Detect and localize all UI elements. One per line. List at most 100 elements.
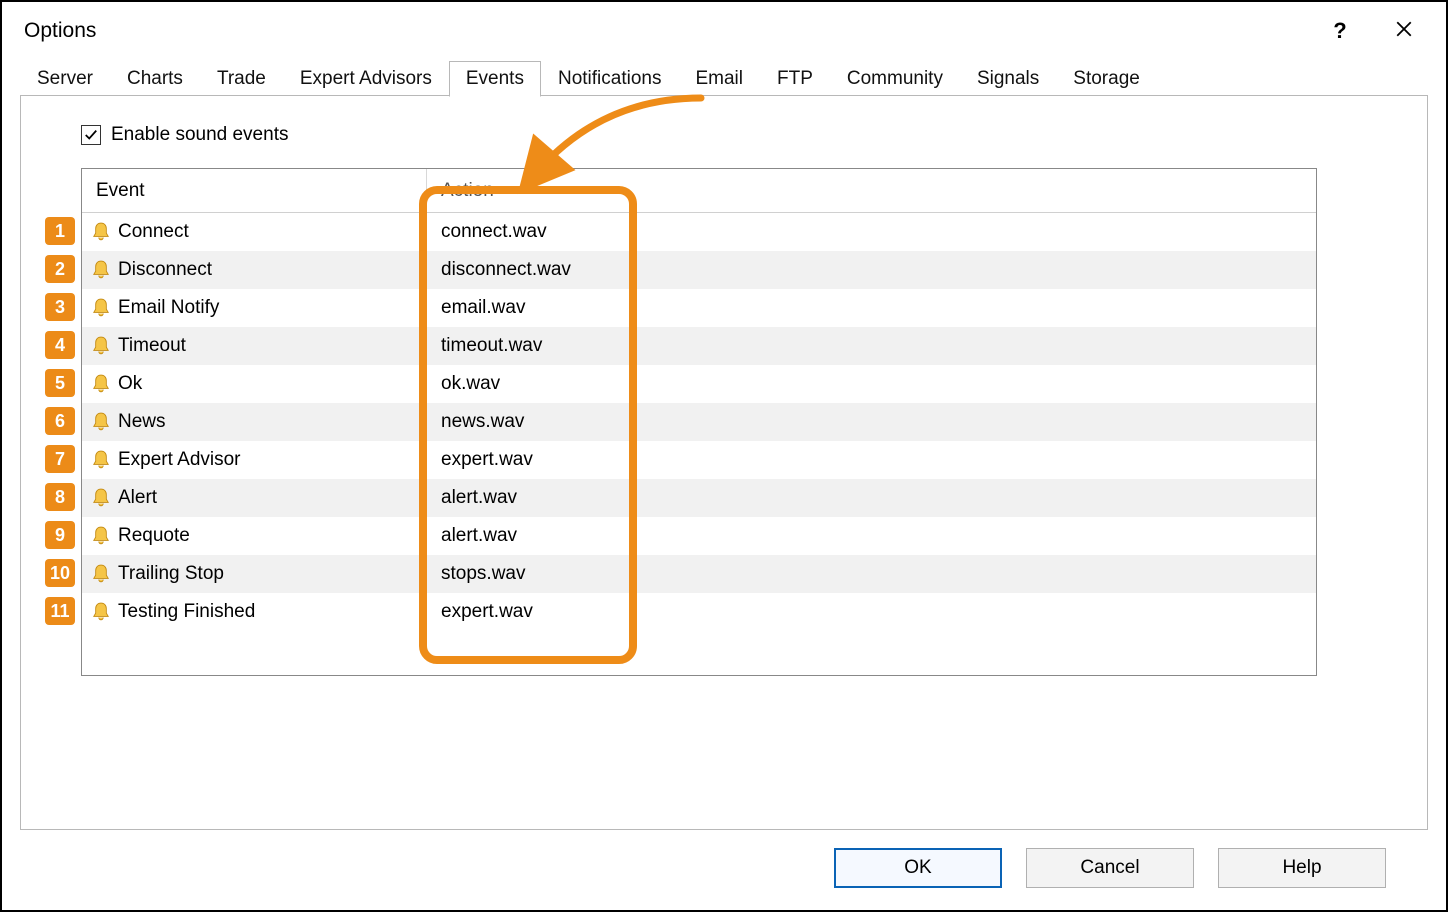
events-grid-wrap: Event Action Connect connect.wav Disconnec…: [81, 168, 1317, 676]
event-cell: Connect: [82, 221, 427, 243]
event-cell: Requote: [82, 525, 427, 547]
action-cell: alert.wav: [427, 487, 1316, 509]
cancel-button[interactable]: Cancel: [1026, 848, 1194, 888]
event-name: Ok: [118, 373, 142, 395]
event-row[interactable]: Expert Advisor expert.wav: [82, 441, 1316, 479]
enable-sound-label: Enable sound events: [111, 124, 288, 146]
tab-notifications[interactable]: Notifications: [541, 61, 679, 96]
events-tab-body: Enable sound events Event Action Connect…: [20, 96, 1428, 830]
bell-icon: [92, 336, 110, 356]
row-number-badge: 9: [45, 521, 75, 549]
bell-icon: [92, 298, 110, 318]
row-number-badge: 10: [45, 559, 75, 587]
event-name: Email Notify: [118, 297, 219, 319]
help-button-bottom[interactable]: Help: [1218, 848, 1386, 888]
action-cell: email.wav: [427, 297, 1316, 319]
dialog-button-row: OK Cancel Help: [2, 830, 1446, 910]
bell-icon: [92, 602, 110, 622]
tab-email[interactable]: Email: [678, 61, 760, 96]
row-number-badge: 1: [45, 217, 75, 245]
tab-bar: ServerChartsTradeExpert AdvisorsEventsNo…: [2, 60, 1446, 96]
event-row[interactable]: Disconnect disconnect.wav: [82, 251, 1316, 289]
help-icon: ?: [1333, 18, 1346, 44]
action-cell: stops.wav: [427, 563, 1316, 585]
tab-expert-advisors[interactable]: Expert Advisors: [283, 61, 449, 96]
row-number-badge: 11: [45, 597, 75, 625]
tab-signals[interactable]: Signals: [960, 61, 1056, 96]
options-dialog: Options ? ServerChartsTradeExpert Adviso…: [0, 0, 1448, 912]
action-cell: alert.wav: [427, 525, 1316, 547]
titlebar: Options ?: [2, 2, 1446, 60]
action-cell: expert.wav: [427, 601, 1316, 623]
action-cell: connect.wav: [427, 221, 1316, 243]
grid-empty-space: [82, 631, 1316, 675]
help-button[interactable]: ?: [1314, 13, 1366, 49]
action-cell: timeout.wav: [427, 335, 1316, 357]
bell-icon: [92, 526, 110, 546]
row-number-badge: 8: [45, 483, 75, 511]
event-name: Disconnect: [118, 259, 212, 281]
event-name: Expert Advisor: [118, 449, 241, 471]
event-cell: News: [82, 411, 427, 433]
event-row[interactable]: Email Notify email.wav: [82, 289, 1316, 327]
enable-sound-checkbox[interactable]: [81, 125, 101, 145]
event-cell: Testing Finished: [82, 601, 427, 623]
event-row[interactable]: Trailing Stop stops.wav: [82, 555, 1316, 593]
event-name: Testing Finished: [118, 601, 255, 623]
event-name: Alert: [118, 487, 157, 509]
column-header-action[interactable]: Action: [427, 169, 1316, 212]
tab-events[interactable]: Events: [449, 61, 541, 97]
event-row[interactable]: Timeout timeout.wav: [82, 327, 1316, 365]
event-cell: Disconnect: [82, 259, 427, 281]
checkmark-icon: [84, 128, 98, 142]
bell-icon: [92, 222, 110, 242]
bell-icon: [92, 450, 110, 470]
tab-ftp[interactable]: FTP: [760, 61, 830, 96]
event-row[interactable]: Testing Finished expert.wav: [82, 593, 1316, 631]
event-cell: Timeout: [82, 335, 427, 357]
tab-server[interactable]: Server: [20, 61, 110, 96]
tab-trade[interactable]: Trade: [200, 61, 283, 96]
ok-button[interactable]: OK: [834, 848, 1002, 888]
action-cell: expert.wav: [427, 449, 1316, 471]
action-cell: disconnect.wav: [427, 259, 1316, 281]
bell-icon: [92, 374, 110, 394]
events-grid: Event Action Connect connect.wav Disconnec…: [81, 168, 1317, 676]
close-icon: [1395, 20, 1413, 43]
enable-sound-row: Enable sound events: [81, 124, 1427, 146]
event-cell: Trailing Stop: [82, 563, 427, 585]
action-cell: news.wav: [427, 411, 1316, 433]
event-row[interactable]: Ok ok.wav: [82, 365, 1316, 403]
event-row[interactable]: Connect connect.wav: [82, 213, 1316, 251]
event-name: Connect: [118, 221, 189, 243]
window-title: Options: [24, 19, 96, 43]
event-cell: Ok: [82, 373, 427, 395]
bell-icon: [92, 260, 110, 280]
row-number-badge: 5: [45, 369, 75, 397]
bell-icon: [92, 564, 110, 584]
tab-charts[interactable]: Charts: [110, 61, 200, 96]
event-name: News: [118, 411, 166, 433]
row-number-badge: 7: [45, 445, 75, 473]
grid-header: Event Action: [82, 169, 1316, 213]
row-number-badge: 2: [45, 255, 75, 283]
column-header-event[interactable]: Event: [82, 169, 427, 212]
close-button[interactable]: [1378, 13, 1430, 49]
event-row[interactable]: News news.wav: [82, 403, 1316, 441]
event-name: Timeout: [118, 335, 186, 357]
tab-storage[interactable]: Storage: [1056, 61, 1157, 96]
row-number-badge: 4: [45, 331, 75, 359]
event-row[interactable]: Alert alert.wav: [82, 479, 1316, 517]
event-cell: Expert Advisor: [82, 449, 427, 471]
tab-community[interactable]: Community: [830, 61, 960, 96]
row-number-badge: 3: [45, 293, 75, 321]
event-name: Requote: [118, 525, 190, 547]
event-cell: Alert: [82, 487, 427, 509]
event-cell: Email Notify: [82, 297, 427, 319]
event-name: Trailing Stop: [118, 563, 224, 585]
action-cell: ok.wav: [427, 373, 1316, 395]
bell-icon: [92, 488, 110, 508]
row-number-badge: 6: [45, 407, 75, 435]
bell-icon: [92, 412, 110, 432]
event-row[interactable]: Requote alert.wav: [82, 517, 1316, 555]
